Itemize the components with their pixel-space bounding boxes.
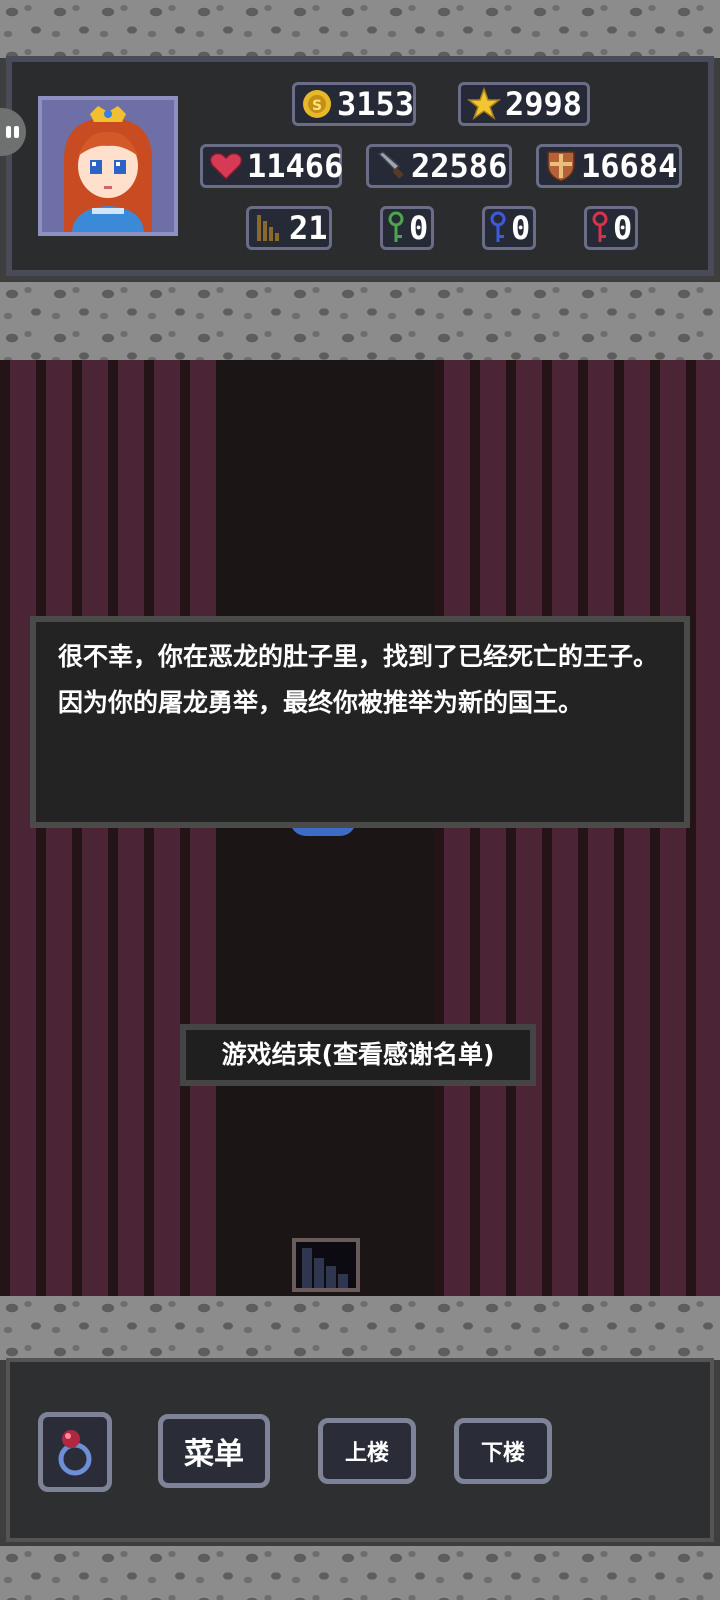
brick-wall-right: [434, 360, 720, 1296]
brick-wall-left: [0, 360, 216, 1296]
menu-button[interactable]: 菜单: [158, 1414, 270, 1488]
stairs-down-tile: [292, 1238, 360, 1292]
star-icon: [467, 87, 501, 120]
red-key-icon: [592, 211, 608, 242]
stone-border-lower: [0, 1296, 720, 1360]
stone-border-bottom: [0, 1546, 720, 1600]
green-key-stat: 0: [380, 206, 434, 250]
ring-icon: [58, 1430, 92, 1476]
status-panel: S 3153 2998 11466 22586 16684 21 0 0 0: [6, 56, 714, 276]
red-key-count: 0: [613, 209, 633, 247]
dialog-text: 很不幸，你在恶龙的肚子里，找到了已经死亡的王子。因为你的屠龙勇举，最终你被推举为…: [58, 642, 659, 717]
blue-key-icon: [490, 211, 506, 242]
attack-value: 22586: [411, 147, 508, 185]
svg-text:S: S: [312, 98, 322, 114]
hp-stat: 11466: [200, 144, 344, 188]
stone-border-top: [0, 0, 720, 58]
coin-icon: S: [303, 90, 331, 118]
green-key-count: 0: [409, 209, 429, 247]
bottom-toolbar: 菜单 上楼 下楼: [6, 1358, 714, 1542]
attack-stat: 22586: [366, 144, 512, 188]
experience-value: 2998: [505, 85, 583, 123]
floor-value: 21: [289, 209, 328, 247]
game-over-credits-button[interactable]: 游戏结束(查看感谢名单): [180, 1024, 536, 1086]
stone-border-middle: [0, 282, 720, 360]
experience-stat: 2998: [458, 82, 590, 126]
hero-portrait: [38, 96, 178, 236]
sword-icon: [377, 151, 404, 179]
gold-value: 3153: [337, 85, 415, 123]
dungeon-map: [0, 360, 720, 1296]
go-upstairs-button[interactable]: 上楼: [318, 1418, 416, 1484]
ring-item-button[interactable]: [38, 1412, 112, 1492]
heart-icon: [209, 152, 243, 181]
floor-stat: 21: [246, 206, 332, 250]
story-dialog: 很不幸，你在恶龙的肚子里，找到了已经死亡的王子。因为你的屠龙勇举，最终你被推举为…: [30, 616, 690, 828]
red-key-stat: 0: [584, 206, 638, 250]
blue-key-count: 0: [511, 209, 531, 247]
stairs-icon: [257, 215, 279, 241]
defense-stat: 16684: [536, 144, 682, 188]
shield-icon: [547, 151, 575, 182]
blue-key-stat: 0: [482, 206, 536, 250]
gold-stat: S 3153: [292, 82, 416, 126]
hp-value: 11466: [247, 147, 344, 185]
defense-value: 16684: [581, 147, 678, 185]
green-key-icon: [388, 211, 404, 242]
go-downstairs-button[interactable]: 下楼: [454, 1418, 552, 1484]
